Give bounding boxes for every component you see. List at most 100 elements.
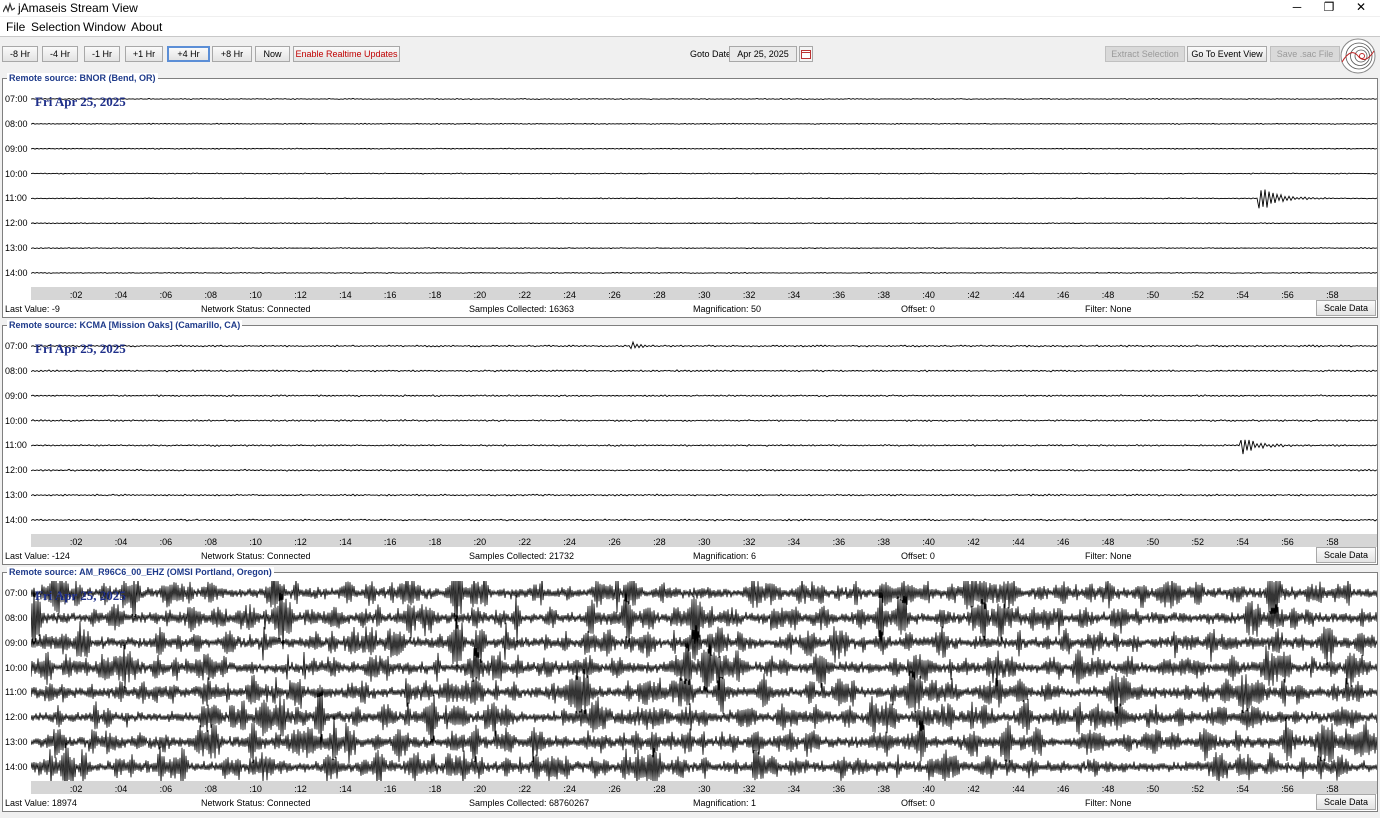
minus-4-hr-button[interactable]: -4 Hr (42, 46, 78, 62)
stream-panel-bnor: Remote source: BNOR (Bend, OR) 07:00 08:00… (2, 73, 1378, 318)
samples-collected: Samples Collected: 16363 (469, 304, 575, 314)
calendar-button[interactable] (799, 46, 813, 62)
minute-tick-label: :56 (1281, 784, 1294, 794)
minute-tick-label: :52 (1191, 537, 1205, 547)
minute-tick-label: :26 (608, 537, 621, 547)
filter: Filter: None (1085, 304, 1132, 314)
minute-tick-label: :36 (832, 784, 846, 794)
minute-tick-label: :46 (1056, 290, 1070, 300)
seismogram-trace (31, 97, 1377, 101)
minus-1-hr-button[interactable]: -1 Hr (84, 46, 120, 62)
minute-tick-label: :24 (563, 537, 576, 547)
seismogram-trace (31, 246, 1377, 250)
minus-8-hr-button[interactable]: -8 Hr (2, 46, 38, 62)
offset: Offset: 0 (901, 551, 935, 561)
minute-tick-label: :42 (967, 537, 980, 547)
minute-tick-label: :30 (698, 784, 711, 794)
hour-label: 10:00 (5, 662, 28, 673)
minute-tick-label: :44 (1012, 290, 1025, 300)
seismogram-trace (31, 394, 1377, 398)
hour-label: 12:00 (5, 465, 28, 476)
plus-1-hr-button[interactable]: +1 Hr (125, 46, 163, 62)
panel-title: Remote source: AM_R96C6_00_EHZ (OMSI Por… (7, 567, 274, 577)
minute-tick-label: :52 (1191, 784, 1205, 794)
minute-tick-label: :02 (69, 537, 83, 547)
scale-data-button[interactable]: Scale Data (1316, 547, 1376, 563)
minute-tick-label: :04 (114, 290, 128, 300)
minute-tick-label: :46 (1056, 784, 1070, 794)
hour-label: 11:00 (5, 440, 27, 451)
hour-label: 07:00 (5, 94, 28, 104)
date-label: Fri Apr 25, 2025 (35, 94, 126, 109)
minute-tick-label: :42 (967, 784, 980, 794)
seismogram-trace (31, 668, 1377, 715)
seismogram-trace (31, 222, 1377, 225)
minute-tick-label: :08 (204, 784, 217, 794)
minute-tick-label: :08 (204, 537, 217, 547)
menu-about[interactable]: About (131, 20, 162, 34)
hour-label: 14:00 (5, 761, 28, 772)
hour-label: 08:00 (5, 612, 28, 623)
extract-selection-button[interactable]: Extract Selection (1105, 46, 1185, 62)
seismogram-plot[interactable] (31, 334, 1377, 534)
menu-file[interactable]: File (6, 20, 25, 34)
seismogram-svg (31, 340, 1377, 522)
close-button[interactable]: ✕ (1345, 0, 1377, 16)
minute-tick-label: :12 (294, 290, 307, 300)
goto-date-field[interactable]: Apr 25, 2025 (729, 46, 797, 62)
hour-label: 14:00 (5, 267, 28, 278)
minute-tick-label: :18 (428, 290, 442, 300)
minute-tick-label: :56 (1281, 537, 1294, 547)
go-to-event-view-button[interactable]: Go To Event View (1187, 46, 1267, 62)
hour-label: 10:00 (5, 415, 28, 426)
hour-label: 11:00 (5, 687, 27, 698)
title-bar: jAmaseis Stream View ─ ❐ ✕ (0, 0, 1380, 16)
now-button[interactable]: Now (255, 46, 290, 62)
minute-tick-label: :16 (383, 537, 397, 547)
minute-tick-label: :34 (787, 537, 801, 547)
stream-panel-kcma: Remote source: KCMA [Mission Oaks] (Cama… (2, 320, 1378, 565)
minute-tick-label: :02 (69, 784, 83, 794)
menu-window[interactable]: Window (83, 20, 126, 34)
scale-data-button[interactable]: Scale Data (1316, 794, 1376, 810)
minute-tick-label: :30 (698, 290, 711, 300)
minute-tick-label: :30 (698, 537, 711, 547)
minute-tick-label: :46 (1056, 537, 1070, 547)
last-value: Last Value: 18974 (5, 798, 77, 808)
plus-4-hr-button[interactable]: +4 Hr (167, 46, 210, 62)
minimize-button[interactable]: ─ (1281, 0, 1313, 16)
offset: Offset: 0 (901, 798, 935, 808)
minute-tick-label: :32 (742, 290, 756, 300)
seismogram-trace (31, 189, 1377, 209)
minute-tick-label: :10 (249, 537, 262, 547)
save-sac-file-button[interactable]: Save .sac File (1270, 46, 1340, 62)
date-label: Fri Apr 25, 2025 (35, 341, 126, 356)
menu-selection[interactable]: Selection (31, 20, 80, 34)
calendar-icon (801, 50, 811, 59)
hour-label: 14:00 (5, 514, 28, 525)
enable-realtime-button[interactable]: Enable Realtime Updates (293, 46, 400, 62)
scale-data-button[interactable]: Scale Data (1316, 300, 1376, 316)
plus-8-hr-button[interactable]: +8 Hr (212, 46, 252, 62)
seismogram-trace (31, 468, 1377, 472)
minute-tick-label: :34 (787, 290, 801, 300)
magnification: Magnification: 6 (693, 551, 757, 561)
minute-tick-label: :28 (653, 290, 666, 300)
samples-collected: Samples Collected: 68760267 (469, 798, 590, 808)
minute-tick-label: :36 (832, 290, 846, 300)
panel-title: Remote source: KCMA [Mission Oaks] (Cama… (7, 320, 243, 330)
hour-label: 10:00 (5, 168, 28, 179)
minute-tick-label: :50 (1146, 537, 1160, 547)
network-status: Network Status: Connected (201, 798, 311, 808)
seismogram-plot[interactable] (31, 87, 1377, 287)
seismogram-plot[interactable] (31, 581, 1377, 781)
minute-tick-label: :18 (428, 537, 442, 547)
minute-tick-label: :22 (518, 784, 532, 794)
magnification: Magnification: 50 (693, 304, 762, 314)
samples-collected: Samples Collected: 21732 (469, 551, 575, 561)
minute-tick-label: :28 (653, 537, 666, 547)
stream-panel-omsi: Remote source: AM_R96C6_00_EHZ (OMSI Por… (2, 567, 1378, 812)
restore-button[interactable]: ❐ (1313, 0, 1345, 16)
seismogram-trace (31, 369, 1377, 373)
seismogram-trace (31, 172, 1377, 175)
